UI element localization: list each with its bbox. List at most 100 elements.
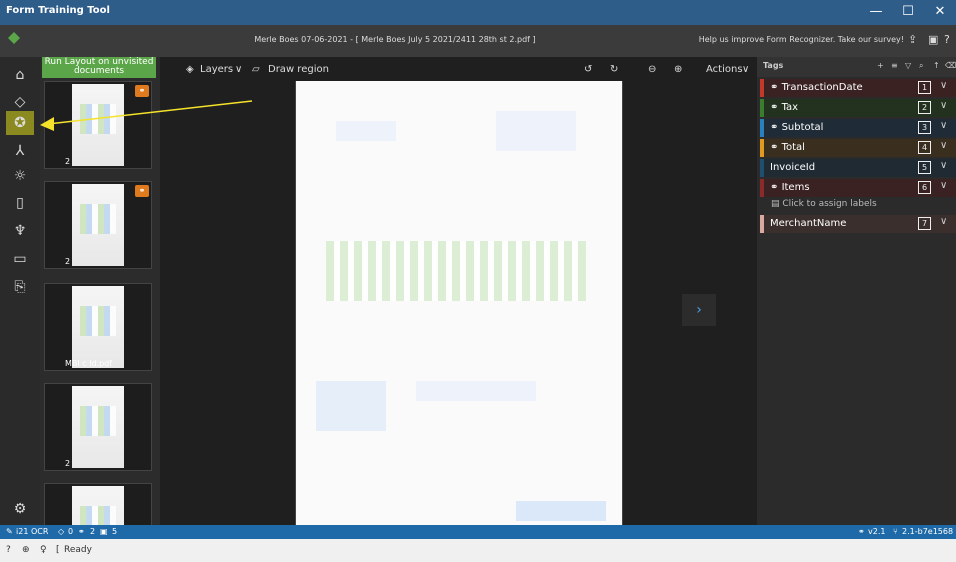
ocr-icon[interactable]: ▭ (6, 247, 34, 271)
labeled-badge-icon: ⚭ (135, 185, 149, 197)
hotkey-badge: 5 (918, 161, 931, 174)
chevron-down-icon[interactable]: ∨ (940, 160, 947, 171)
train-icon[interactable]: ⅄ (6, 139, 34, 163)
home-icon[interactable]: ⌂ (6, 63, 34, 87)
click-to-assign-labels[interactable]: ▤ Click to assign labels (771, 199, 877, 209)
document-thumbnail[interactable] (44, 483, 152, 525)
hotkey-badge: 7 (918, 217, 931, 230)
docs-icon: ▣ (100, 527, 108, 536)
run-layout-button[interactable]: Run Layout on unvisited documents (42, 57, 156, 78)
zoom-in-icon[interactable]: ⊕ (674, 64, 682, 75)
filter-icon[interactable]: ▽ (905, 61, 911, 70)
labeled-count: 2 (90, 527, 96, 536)
chevron-down-icon[interactable]: ∨ (940, 120, 947, 131)
chevron-down-icon[interactable]: ∨ (940, 180, 947, 191)
layers-dropdown[interactable]: Layers (200, 64, 233, 75)
window-icon[interactable]: ▣ (928, 33, 938, 46)
app-header: Merle Boes 07-06-2021 - [ Merle Boes Jul… (0, 25, 956, 57)
tag-label: MerchantName (770, 218, 847, 229)
document-title: Merle Boes 07-06-2021 - [ Merle Boes Jul… (254, 35, 536, 44)
tags-count: 0 (68, 527, 74, 536)
help-icon[interactable]: ? (944, 33, 950, 46)
page-block (496, 111, 576, 151)
title-bar: Form Training Tool — ☐ ✕ (0, 0, 956, 25)
status-text: Ready (64, 545, 92, 555)
thumbnail-caption: 2 (65, 459, 71, 468)
tag-list-icon[interactable]: ≡ (891, 61, 898, 70)
rotate-left-icon[interactable]: ↺ (584, 64, 592, 75)
tag-item-subtotal[interactable]: ⚭ Subtotal 3 ∨ (760, 119, 956, 137)
chevron-down-icon[interactable]: ∨ (940, 100, 947, 111)
build-icon: ⑂ (893, 527, 898, 536)
tag-label: ⚭ TransactionDate (770, 82, 863, 93)
tag-color-bar (760, 215, 764, 233)
document-page[interactable] (295, 81, 623, 525)
left-navigation: ⌂ ◇ ✪ ⅄ ☼ ▯ ♆ ▭ ⎘ ⚙ (0, 57, 40, 525)
tag-label: ⚭ Subtotal (770, 122, 824, 133)
version-icon: ⚭ (858, 527, 865, 536)
help-icon[interactable]: ? (6, 545, 11, 555)
rotate-right-icon[interactable]: ↻ (610, 64, 618, 75)
move-up-icon[interactable]: ↑ (933, 61, 940, 70)
settings-gear-icon[interactable]: ⚙ (6, 497, 34, 521)
delete-icon[interactable]: ⌫ (945, 61, 956, 70)
share-icon[interactable]: ⇪ (908, 33, 917, 46)
thumbnail-image (72, 386, 124, 468)
status-bar: ✎ i21 OCR ◇ 0 ⚭ 2 ▣ 5 ⚭ v2.1 ⑂ 2.1-b7e15… (0, 525, 956, 539)
zoom-out-icon[interactable]: ⊖ (648, 64, 656, 75)
chevron-down-icon[interactable]: ∨ (742, 64, 749, 75)
tags-header: Tags + ≡ ▽ ⌕ ↑ ⌫ (757, 57, 956, 77)
actions-dropdown[interactable]: Actions (706, 64, 743, 75)
add-tag-icon[interactable]: + (877, 61, 884, 70)
thumbnail-image (72, 486, 124, 525)
hotkey-badge: 6 (918, 181, 931, 194)
tag-label: ⚭ Tax (770, 102, 799, 113)
search-icon[interactable]: ⌕ (919, 61, 923, 71)
tag-color-bar (760, 159, 764, 177)
tag-item-transactiondate[interactable]: ⚭ TransactionDate 1 ∨ (760, 79, 956, 97)
tag-item-invoiceid[interactable]: InvoiceId 5 ∨ (760, 159, 956, 177)
hotkey-badge: 4 (918, 141, 931, 154)
document-thumbnail[interactable]: ⚭ 2 (44, 81, 152, 169)
labeled-icon: ⚭ (78, 527, 85, 536)
document-thumbnail[interactable]: MBI c ld.pdf (44, 283, 152, 371)
export-icon[interactable]: ⎘ (6, 275, 34, 299)
chevron-down-icon[interactable]: ∨ (940, 216, 947, 227)
label-editor-icon[interactable]: ✪ (6, 111, 34, 135)
tag-item-tax[interactable]: ⚭ Tax 2 ∨ (760, 99, 956, 117)
chevron-down-icon[interactable]: ∨ (940, 140, 947, 151)
version: v2.1 (868, 527, 886, 536)
thumbnail-caption: 2 (65, 257, 71, 266)
thumbnail-caption: MBI c ld.pdf (65, 359, 113, 368)
layers-icon[interactable]: ◈ (186, 64, 194, 75)
lightbulb-icon[interactable]: ☼ (6, 164, 34, 188)
thumbnail-image (72, 286, 124, 368)
survey-link[interactable]: Help us improve Form Recognizer. Take ou… (699, 35, 904, 44)
document-icon[interactable]: ▯ (6, 191, 34, 215)
draw-region-icon[interactable]: ▱ (252, 64, 260, 75)
next-page-button[interactable]: › (682, 294, 716, 326)
tags-title: Tags (763, 61, 784, 70)
draw-region-button[interactable]: Draw region (268, 64, 329, 75)
tag-item-items[interactable]: ⚭ Items 6 ∨ (760, 179, 956, 197)
maximize-button[interactable]: ☐ (894, 2, 922, 22)
document-thumbnail[interactable]: 2 (44, 383, 152, 471)
page-block (416, 381, 536, 401)
chevron-down-icon[interactable]: ∨ (235, 64, 242, 75)
minimize-button[interactable]: — (862, 2, 890, 22)
hotkey-badge: 2 (918, 101, 931, 114)
ocr-icon: ✎ (6, 527, 13, 536)
status-separator: [ (56, 545, 60, 555)
close-button[interactable]: ✕ (926, 2, 954, 22)
tag-item-merchantname[interactable]: MerchantName 7 ∨ (760, 215, 956, 233)
globe-icon[interactable]: ⊕ (22, 545, 30, 555)
tag-label: ⚭ Total (770, 142, 805, 153)
page-block (336, 121, 396, 141)
document-canvas: ◈ Layers ∨ ▱ Draw region ↺ ↻ ⊖ ⊕ Actions… (160, 57, 757, 525)
plug-icon[interactable]: ♆ (6, 219, 34, 243)
lightbulb-icon[interactable]: ♀ (40, 545, 47, 555)
chevron-down-icon[interactable]: ∨ (940, 80, 947, 91)
tag-color-bar (760, 79, 764, 97)
document-thumbnail[interactable]: ⚭ 2 (44, 181, 152, 269)
tag-item-total[interactable]: ⚭ Total 4 ∨ (760, 139, 956, 157)
